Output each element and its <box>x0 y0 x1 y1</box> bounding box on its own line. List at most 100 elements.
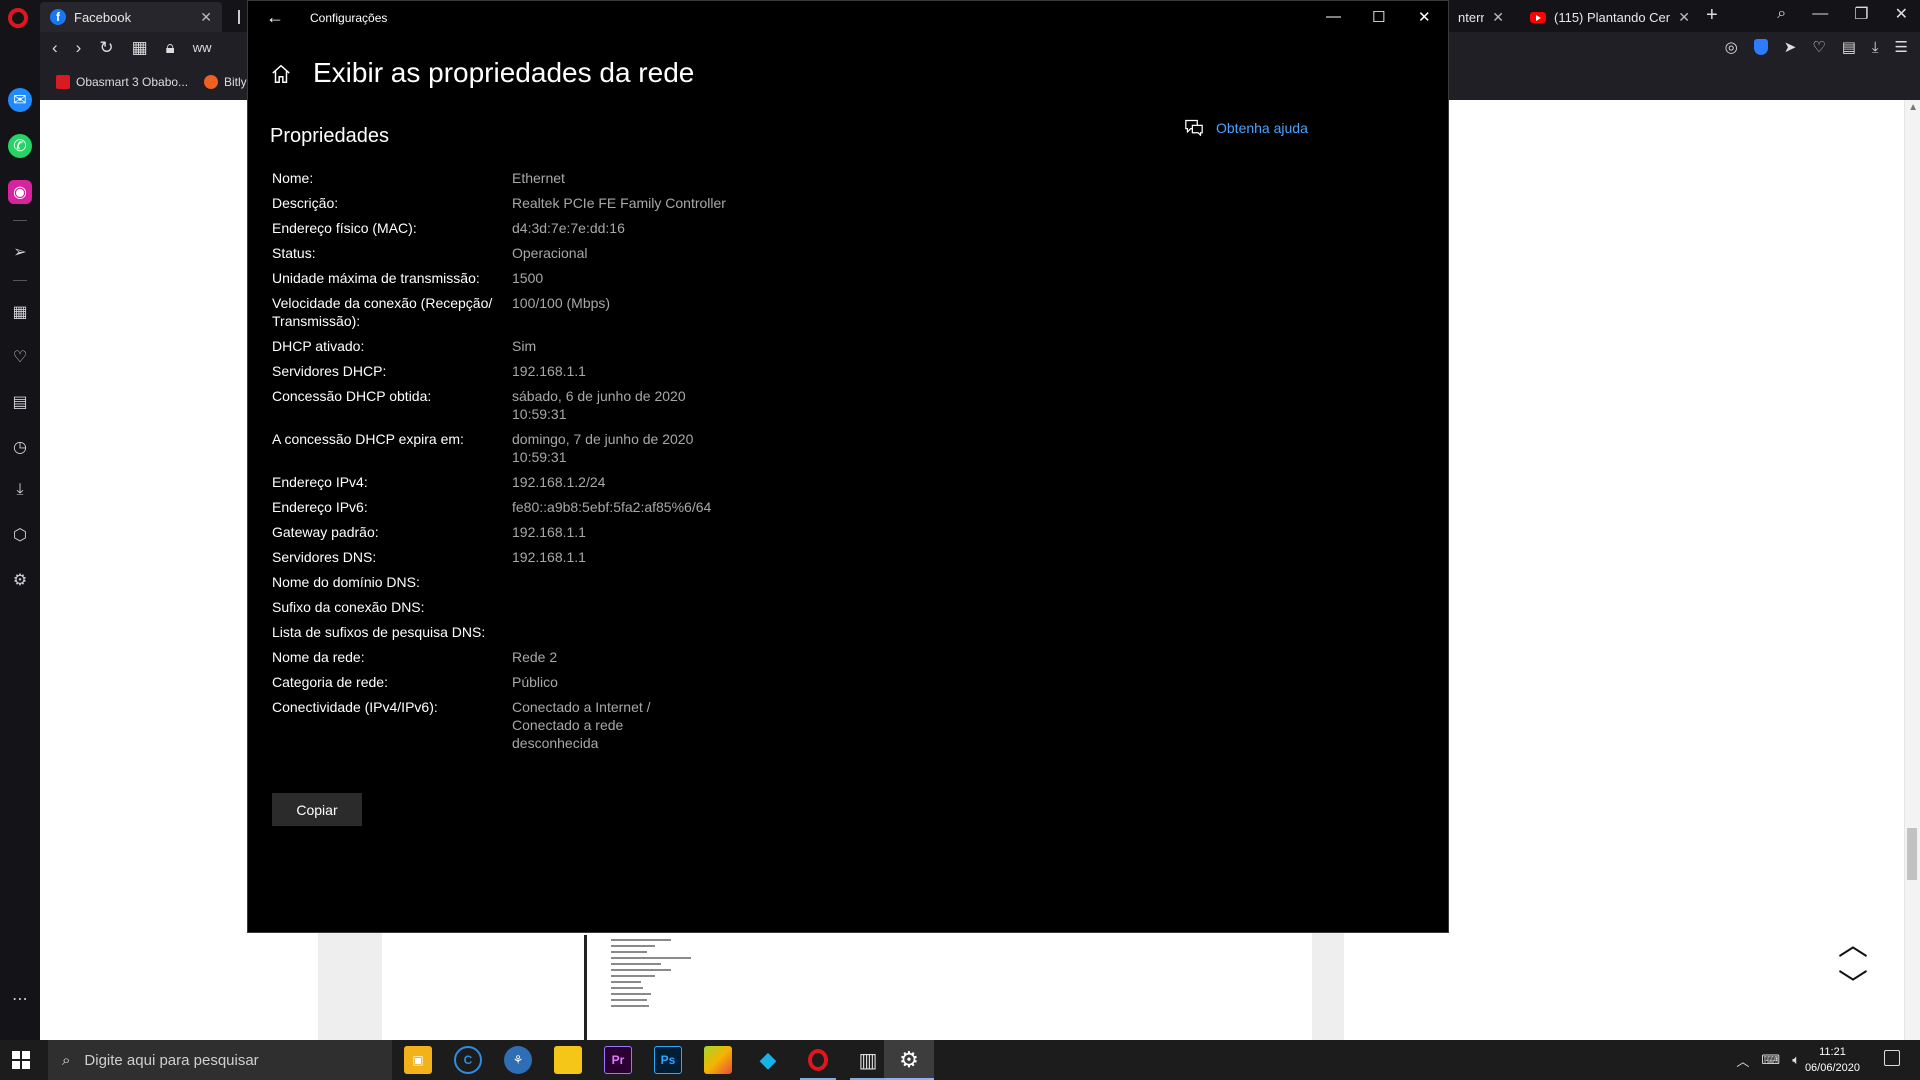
search-icon[interactable]: ⌕ <box>1777 5 1786 23</box>
gear-icon[interactable]: ⚙ <box>8 568 32 592</box>
minimize-icon[interactable]: — <box>1326 8 1341 25</box>
property-value <box>512 598 932 616</box>
search-placeholder: Digite aqui para pesquisar <box>84 1051 259 1069</box>
bookmark-label: Bitly <box>224 75 247 89</box>
close-icon[interactable]: ✕ <box>200 9 212 26</box>
close-icon[interactable]: ✕ <box>1678 9 1690 26</box>
property-row: Servidores DHCP: 192.168.1.1 <box>272 362 992 380</box>
bookmark-label: Obasmart 3 Obabo... <box>76 75 189 89</box>
photoshop-icon[interactable]: Ps <box>654 1046 682 1074</box>
clock-time: 11:21 <box>1819 1046 1846 1058</box>
settings-window: ← Configurações — ☐ ✕ Exibir as propried… <box>247 0 1449 933</box>
download-icon[interactable]: ⤓ <box>8 478 32 502</box>
bookmark-bitly[interactable]: Bitly <box>204 75 247 89</box>
new-tab-button[interactable]: + <box>1706 4 1718 27</box>
chevron-up-icon[interactable]: ︿ <box>1736 1051 1749 1070</box>
property-label: Status: <box>272 245 316 261</box>
scroll-up-icon[interactable]: ▲ <box>1908 102 1918 113</box>
restore-icon[interactable]: ❐ <box>1854 4 1868 24</box>
premiere-icon[interactable]: Pr <box>604 1046 632 1074</box>
news-icon[interactable]: ▤ <box>8 390 32 414</box>
opera-logo-icon[interactable] <box>8 8 28 28</box>
home-icon[interactable] <box>270 63 292 85</box>
back-icon[interactable]: ‹ <box>52 38 58 58</box>
reload-icon[interactable]: ↻ <box>99 38 113 58</box>
windows-start-icon[interactable] <box>12 1051 30 1069</box>
get-help-link[interactable]: Obtenha ajuda <box>1216 120 1308 136</box>
property-row: Endereço IPv4: 192.168.1.2/24 <box>272 473 992 491</box>
menu-icon[interactable]: ☰ <box>1895 38 1908 56</box>
instagram-icon[interactable]: ◉ <box>8 180 32 204</box>
page-scrollbar[interactable]: ▲ <box>1904 100 1920 1040</box>
property-row: Endereço físico (MAC): d4:3d:7e:7e:dd:16 <box>272 219 992 237</box>
send-icon[interactable]: ➢ <box>8 240 32 264</box>
network-icon[interactable]: ⌨ <box>1761 1052 1780 1068</box>
scrollbar-thumb[interactable] <box>1907 828 1917 880</box>
ccleaner-icon[interactable]: C <box>454 1046 482 1074</box>
tab-facebook[interactable]: f Facebook ✕ <box>40 2 222 32</box>
heart-icon[interactable]: ♡ <box>1812 38 1825 56</box>
maximize-icon[interactable]: ☐ <box>1372 8 1385 26</box>
tabs-grid-icon[interactable]: ▦ <box>132 38 148 58</box>
close-icon[interactable]: ✕ <box>1418 8 1431 26</box>
speed-dial-icon[interactable]: ▦ <box>8 300 32 324</box>
history-icon[interactable]: ◷ <box>8 435 32 459</box>
download-icon[interactable]: ⤓ <box>1872 39 1879 56</box>
settings-icon[interactable]: ⚙ <box>895 1046 923 1074</box>
file-explorer-icon[interactable] <box>554 1046 582 1074</box>
bluestacks-icon[interactable] <box>704 1046 732 1074</box>
divider <box>13 280 27 281</box>
property-label: Conectividade (IPv4/IPv6): <box>272 699 438 715</box>
browser-window-controls: ⌕ — ❐ ✕ <box>1777 4 1908 24</box>
app-icon[interactable]: ⚘ <box>504 1046 532 1074</box>
tab-favicon-icon <box>238 10 240 24</box>
property-row: Lista de sufixos de pesquisa DNS: <box>272 623 992 641</box>
volume-icon[interactable]: 🔈︎ <box>1792 1052 1800 1068</box>
whatsapp-icon[interactable]: ✆ <box>8 134 32 158</box>
copy-button[interactable]: Copiar <box>272 793 362 826</box>
property-row: Sufixo da conexão DNS: <box>272 598 992 616</box>
extensions-icon[interactable]: ⬡ <box>8 523 32 547</box>
chevron-down-icon[interactable]: ﹀ <box>1838 960 1868 1004</box>
send-icon[interactable]: ➤ <box>1784 38 1797 56</box>
camera-icon[interactable]: ◎ <box>1725 38 1738 56</box>
messenger-icon[interactable]: ✉ <box>8 88 32 112</box>
opera-icon[interactable] <box>804 1046 832 1074</box>
clock[interactable]: 11:21 06/06/2020 <box>1805 1044 1860 1076</box>
store-icon[interactable]: ▣ <box>404 1046 432 1074</box>
toolbar-right: ◎ ➤ ♡ ▤ ⤓ ☰ <box>1725 38 1908 57</box>
forward-icon[interactable]: › <box>76 38 82 58</box>
notification-icon[interactable] <box>1884 1050 1900 1066</box>
tab-internet[interactable]: nternet ✕ <box>1448 2 1514 32</box>
property-label: Concessão DHCP obtida: <box>272 388 432 404</box>
print-icon[interactable]: ▤ <box>1842 38 1856 56</box>
minimize-icon[interactable]: — <box>1812 5 1828 23</box>
property-value: fe80::a9b8:5ebf:5fa2:af85%6/64 <box>512 499 712 515</box>
property-value: Sim <box>512 338 537 354</box>
property-label: Endereço IPv4: <box>272 474 368 490</box>
shield-icon[interactable] <box>1753 39 1768 55</box>
tab-label: (115) Plantando Cenoura <box>1554 9 1671 25</box>
close-icon[interactable]: ✕ <box>1492 9 1504 26</box>
system-tray: ︿ ⌨ 🔈︎ <box>1736 1040 1800 1080</box>
more-icon[interactable]: ⋯ <box>8 987 32 1011</box>
properties-list: Nome: Ethernet Descrição: Realtek PCIe F… <box>272 169 992 759</box>
property-label: Lista de sufixos de pesquisa DNS: <box>272 624 486 640</box>
property-value: 192.168.1.1 <box>512 363 586 379</box>
close-icon[interactable]: ✕ <box>1895 4 1908 24</box>
chevron-up-icon[interactable]: ︿ <box>1838 920 1868 964</box>
property-value: domingo, 7 de junho de 2020 10:59:31 <box>512 431 694 465</box>
tab-youtube[interactable]: (115) Plantando Cenoura ✕ <box>1520 2 1700 32</box>
url-text[interactable]: ww <box>193 38 212 58</box>
taskbar-search[interactable]: ⌕ Digite aqui para pesquisar <box>48 1040 392 1080</box>
tab-label: Facebook <box>74 9 132 25</box>
network-drive-icon[interactable]: ▥ <box>854 1046 882 1074</box>
kodi-icon[interactable]: ◆ <box>754 1046 782 1074</box>
back-arrow-icon[interactable]: ← <box>266 7 284 28</box>
property-row: Categoria de rede: Público <box>272 673 992 691</box>
property-row: Servidores DNS: 192.168.1.1 <box>272 548 992 566</box>
property-label: Servidores DHCP: <box>272 363 387 379</box>
property-row: Descrição: Realtek PCIe FE Family Contro… <box>272 194 992 212</box>
heart-icon[interactable]: ♡ <box>8 345 32 369</box>
bookmark-obasmart[interactable]: Obasmart 3 Obabo... <box>56 75 188 89</box>
